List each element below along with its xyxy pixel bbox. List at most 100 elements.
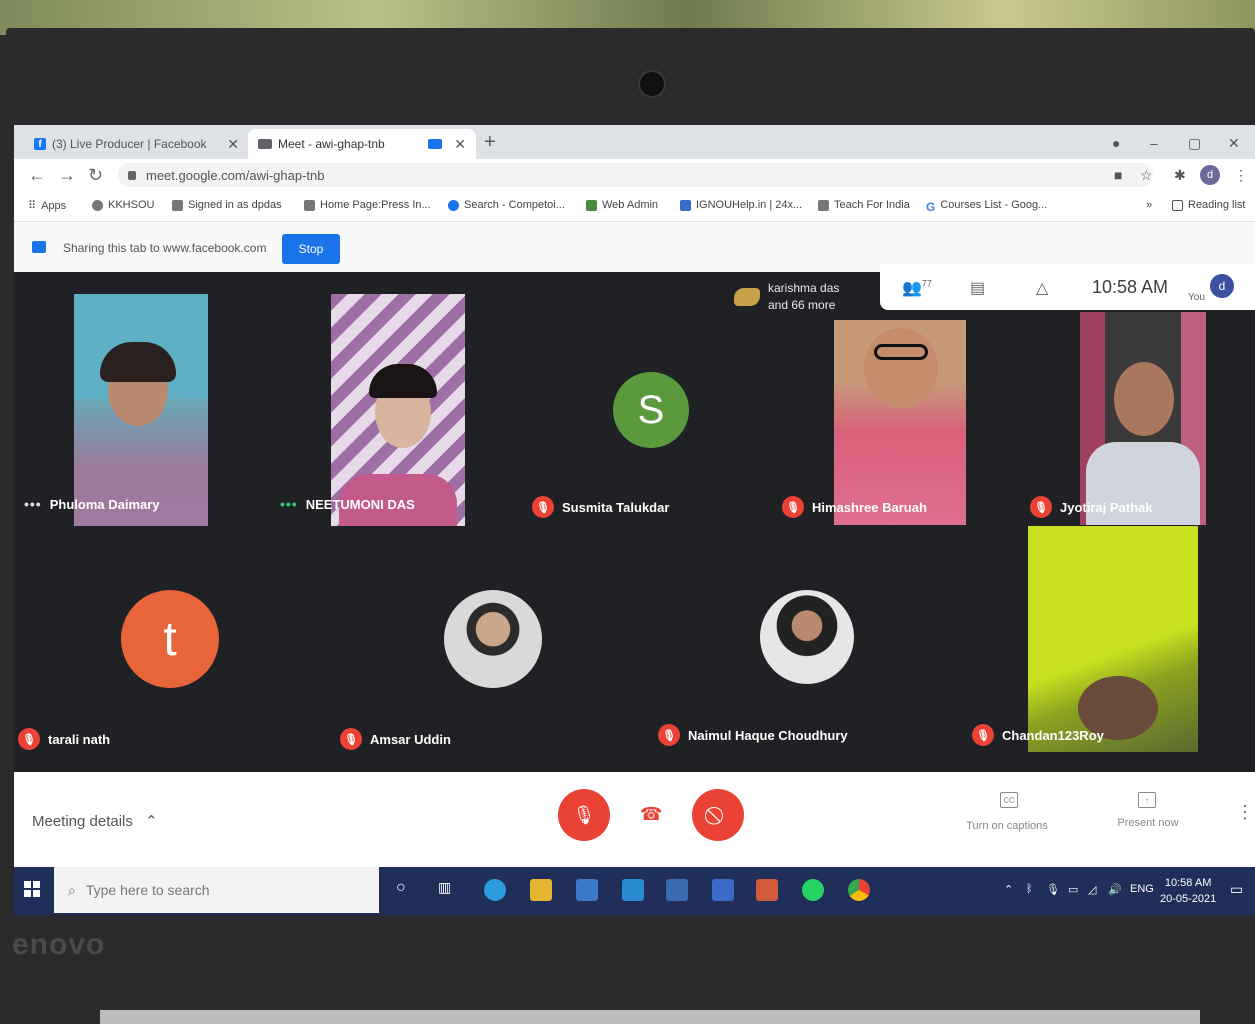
forward-arrow-icon[interactable]: → <box>58 165 76 186</box>
meeting-controls: Meeting details ⌃ 🎙 ☎ ⃠ CC Turn on capti… <box>14 772 1255 867</box>
video-tile-chandan[interactable] <box>1028 526 1198 752</box>
wave-hand-icon <box>734 288 760 306</box>
sharing-text: Sharing this tab to www.facebook.com <box>63 241 267 255</box>
back-arrow-icon[interactable]: ← <box>28 165 46 186</box>
site-icon <box>680 199 691 211</box>
site-icon <box>586 199 597 211</box>
participant-name-naimul: 🎙 Naimul Haque Choudhury <box>658 724 848 746</box>
webcam-icon <box>638 70 666 98</box>
menu-icon[interactable]: ⋮ <box>1234 167 1248 184</box>
hang-up-button[interactable]: ☎ <box>640 804 662 825</box>
browser-toolbar: ← → ↻ meet.google.com/awi-ghap-tnb ■ ☆ ✱… <box>14 159 1255 191</box>
file-explorer-icon[interactable] <box>530 879 552 901</box>
captions-button[interactable]: Turn on captions <box>952 820 1062 832</box>
whatsapp-icon[interactable] <box>802 879 824 901</box>
close-icon[interactable]: ✕ <box>454 136 466 153</box>
word-icon[interactable] <box>712 879 734 901</box>
activities-icon[interactable]: △ <box>1036 278 1048 298</box>
laptop-brand-logo: enovo <box>12 928 106 961</box>
tab-strip: f (3) Live Producer | Facebook ✕ Meet - … <box>14 125 1255 159</box>
mic-off-icon: 🎙 <box>658 724 680 746</box>
bookmark-home-page[interactable]: Home Page:Press In... <box>304 199 431 211</box>
reading-list[interactable]: Reading list <box>1172 199 1245 211</box>
more-options-icon[interactable]: ••• <box>24 496 42 512</box>
address-bar[interactable]: meet.google.com/awi-ghap-tnb <box>118 163 1153 187</box>
meeting-details-button[interactable]: Meeting details ⌃ <box>32 812 158 830</box>
bookmark-web-admin[interactable]: Web Admin <box>586 199 658 211</box>
extensions-icon[interactable]: ✱ <box>1174 167 1186 184</box>
camera-indicator-icon[interactable]: ■ <box>1114 167 1122 183</box>
mic-off-icon: 🎙 <box>972 724 994 746</box>
maximize-button[interactable]: ▢ <box>1188 135 1201 152</box>
tab-search-icon[interactable]: ● <box>1112 135 1120 151</box>
chat-icon[interactable]: ▤ <box>970 278 985 298</box>
tab-meet[interactable]: Meet - awi-ghap-tnb ✕ <box>248 129 476 159</box>
task-view-icon[interactable]: ▥ <box>438 879 451 896</box>
close-icon[interactable]: ✕ <box>227 136 239 153</box>
self-avatar[interactable]: d <box>1210 274 1234 298</box>
calculator-icon[interactable] <box>666 879 688 901</box>
meet-icon <box>258 139 272 149</box>
bookmark-teach-for-india[interactable]: Teach For India <box>818 199 910 211</box>
battery-icon[interactable]: ▭ <box>1068 883 1078 896</box>
bookmark-kkhsou[interactable]: KKHSOU <box>92 199 154 211</box>
tab-facebook[interactable]: f (3) Live Producer | Facebook ✕ <box>24 129 249 159</box>
video-tile-phuloma[interactable] <box>74 294 208 526</box>
bookmark-signed-in[interactable]: Signed in as dpdas <box>172 199 282 211</box>
minimize-button[interactable]: – <box>1150 135 1158 151</box>
video-tile-jyotiraj[interactable] <box>1080 312 1206 525</box>
bookmarks-bar: ⠿ Apps KKHSOU Signed in as dpdas Home Pag… <box>14 191 1255 222</box>
chrome-icon[interactable] <box>848 879 870 901</box>
taskbar-clock[interactable]: 10:58 AM 20-05-2021 <box>1160 875 1216 907</box>
profile-avatar[interactable]: d <box>1200 165 1220 185</box>
search-icon: ⌕ <box>68 881 76 898</box>
powerpoint-icon[interactable] <box>756 879 778 901</box>
chevron-up-icon[interactable]: ⌃ <box>1004 883 1013 896</box>
mic-off-icon: 🎙 <box>782 496 804 518</box>
video-tile-neetumoni[interactable] <box>331 294 465 526</box>
bookmark-ignou[interactable]: IGNOUHelp.in | 24x... <box>680 199 802 211</box>
bookmark-courses[interactable]: G Courses List - Goog... <box>926 199 1047 214</box>
windows-start-icon[interactable] <box>24 881 40 897</box>
wifi-icon[interactable]: ◿ <box>1088 883 1096 896</box>
people-count: 77 <box>921 278 932 289</box>
bluetooth-icon[interactable]: ᛒ <box>1026 883 1033 895</box>
star-icon[interactable]: ☆ <box>1140 167 1153 184</box>
video-tile-himashree[interactable] <box>834 320 966 525</box>
more-options-icon[interactable]: ⋮ <box>1236 802 1254 823</box>
volume-icon[interactable]: 🔊 <box>1108 883 1122 896</box>
globe-icon <box>92 199 103 211</box>
language-indicator[interactable]: ENG <box>1130 883 1154 895</box>
apps-grid-icon: ⠿ <box>28 200 37 212</box>
participant-name-neetumoni: ••• NEETUMONI DAS <box>280 496 415 512</box>
mail-icon[interactable] <box>622 879 644 901</box>
stop-sharing-button[interactable]: Stop <box>282 234 340 264</box>
google-icon: G <box>926 199 936 214</box>
bookmark-search[interactable]: Search - Competoi... <box>448 199 565 211</box>
notifications-icon[interactable]: ▭ <box>1230 881 1243 898</box>
edge-icon[interactable] <box>484 879 506 901</box>
close-window-button[interactable]: ✕ <box>1228 135 1240 152</box>
participant-name-amsar: 🎙 Amsar Uddin <box>340 728 451 750</box>
microphone-icon[interactable]: 🎙 <box>1046 883 1060 896</box>
participant-name-phuloma: ••• Phuloma Daimary <box>24 496 160 512</box>
camera-toggle-button[interactable]: ⃠ <box>692 789 744 841</box>
cortana-icon[interactable]: ○ <box>396 879 406 897</box>
chevron-up-icon: ⌃ <box>145 813 158 830</box>
reload-icon[interactable]: ↻ <box>88 165 103 186</box>
participant-name-himashree: 🎙 Himashree Baruah <box>782 496 927 518</box>
people-icon[interactable]: 👥77 <box>902 278 932 298</box>
taskbar-search-input[interactable]: ⌕ Type here to search <box>54 867 379 913</box>
new-tab-button[interactable]: + <box>484 131 496 154</box>
more-bookmarks[interactable]: » <box>1146 199 1152 211</box>
bookmark-apps[interactable]: ⠿ Apps <box>28 199 66 213</box>
mic-toggle-button[interactable]: 🎙 <box>558 789 610 841</box>
participant-face <box>864 328 938 408</box>
meet-grid: ••• Phuloma Daimary ••• NEETUMONI DAS S … <box>14 264 1255 772</box>
participant-name-chandan: 🎙 Chandan123Roy <box>972 724 1104 746</box>
store-icon[interactable] <box>576 879 598 901</box>
meeting-clock: 10:58 AM <box>1092 277 1169 297</box>
present-now-button[interactable]: Present now <box>1098 817 1198 829</box>
participant-hair <box>100 342 176 382</box>
present-icon: ↑ <box>1138 792 1156 808</box>
